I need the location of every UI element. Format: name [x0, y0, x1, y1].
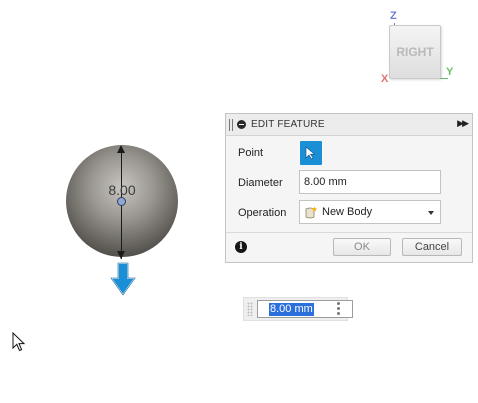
diameter-manipulator-arrow-icon[interactable]	[110, 262, 136, 296]
mouse-pointer-icon	[12, 332, 26, 352]
chevron-down-icon	[428, 211, 434, 215]
view-cube[interactable]: RIGHT Z Y X	[380, 8, 460, 88]
dimension-arrow-up	[117, 145, 125, 153]
cancel-button[interactable]: Cancel	[402, 238, 462, 256]
operation-value: New Body	[322, 206, 373, 218]
point-select-button[interactable]	[300, 141, 322, 165]
point-label: Point	[238, 147, 264, 159]
new-body-icon	[305, 206, 318, 219]
dialog-header[interactable]: EDIT FEATURE ▶▶	[226, 114, 472, 136]
kebab-menu-icon[interactable]	[337, 302, 340, 317]
drag-grip-icon[interactable]	[247, 302, 253, 316]
diameter-dimension-label: 8.00	[108, 182, 136, 198]
dialog-title: EDIT FEATURE	[251, 119, 325, 130]
y-axis-label: Y	[446, 66, 454, 78]
ok-button[interactable]: OK	[333, 238, 391, 256]
drag-grip-icon[interactable]	[229, 119, 233, 131]
sphere-preview: 8.00	[66, 145, 180, 300]
view-cube-face-label: RIGHT	[396, 45, 434, 59]
floating-dimension-input: 8.00 mm	[243, 297, 353, 321]
sphere-center-point[interactable]	[117, 197, 126, 206]
double-chevron-right-icon[interactable]: ▶▶	[457, 118, 469, 129]
diameter-label: Diameter	[238, 177, 283, 189]
cursor-arrow-icon	[305, 146, 316, 160]
operation-select[interactable]: New Body	[299, 200, 441, 224]
info-icon[interactable]: i	[235, 241, 247, 253]
floating-value-selection: 8.00 mm	[269, 303, 314, 316]
diameter-input[interactable]: 8.00 mm	[299, 170, 441, 194]
collapse-icon[interactable]	[237, 120, 246, 129]
view-cube-face-right[interactable]: RIGHT	[389, 25, 441, 79]
x-axis-label: X	[381, 73, 389, 85]
z-axis-label: Z	[390, 10, 397, 22]
dimension-arrow-down	[117, 251, 125, 259]
edit-feature-dialog: EDIT FEATURE ▶▶ Point Diameter 8.00 mm O…	[225, 113, 473, 263]
dialog-divider	[226, 232, 472, 233]
operation-label: Operation	[238, 207, 287, 219]
